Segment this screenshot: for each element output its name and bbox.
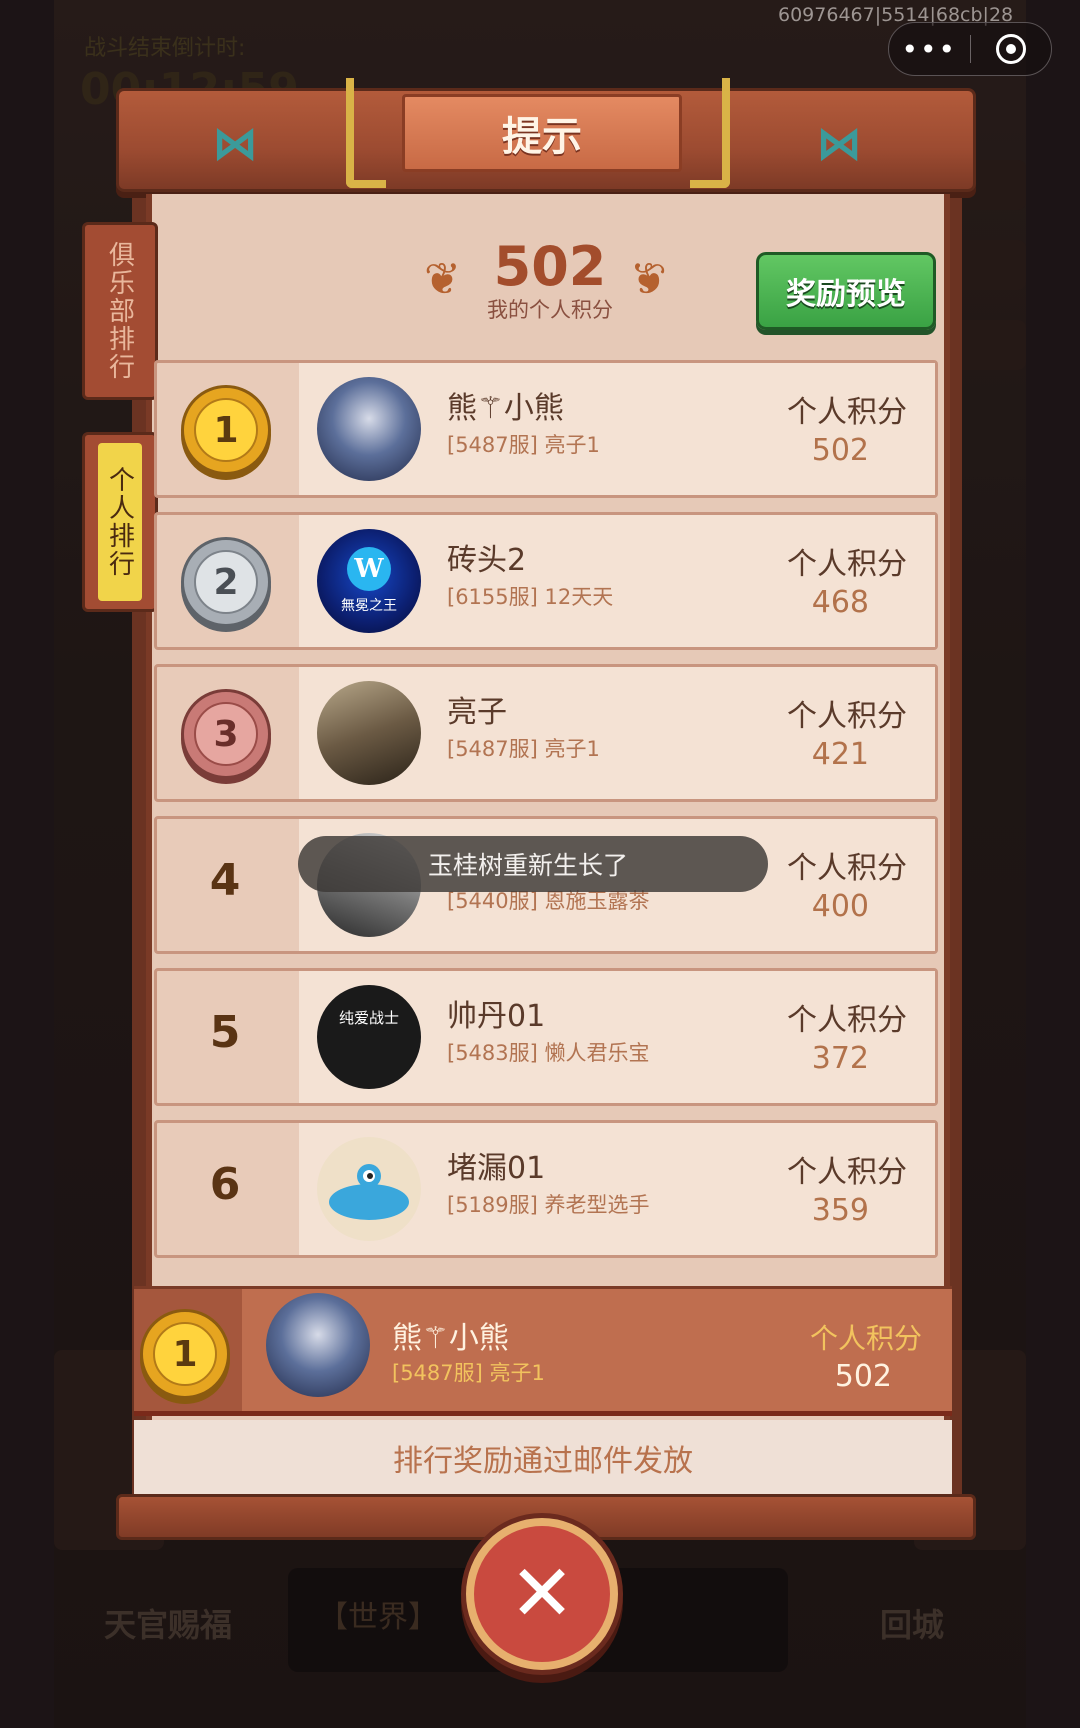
close-miniprogram-button[interactable] [971,34,1052,64]
score-label: 个人积分 [787,851,907,886]
mail-reward-note: 排行奖励通过邮件发放 [134,1420,952,1498]
gold-medal-icon: 1 [140,1309,230,1399]
fish-icon: ⋈ [212,116,258,170]
rank-number: 5 [209,1007,241,1058]
avatar: 纯爱战士 [317,985,421,1089]
player-server: [5483服] 懒人君乐宝 [447,1041,650,1065]
avatar [317,377,421,481]
player-server: [5487服] 亮子1 [447,737,600,761]
avatar-caption: 纯爱战士 [338,1008,399,1027]
close-icon[interactable]: ✕ [466,1518,618,1670]
player-name: 熊⚚小熊 [392,1321,509,1356]
player-server: [6155服] 12天天 [447,585,614,609]
score-label: 个人积分 [787,1155,907,1190]
tab-club-ranking[interactable]: 俱乐部排行 [82,222,158,400]
avatar [266,1293,370,1397]
my-score-value: 502 [493,235,607,298]
my-ranking-row: 1 熊⚚小熊 [5487服] 亮子1 个人积分 502 [134,1286,952,1416]
score-value: 502 [811,433,869,468]
alien-icon [329,1164,409,1220]
score-label: 个人积分 [809,1322,922,1355]
silver-medal-icon: 2 [181,537,271,627]
more-icon[interactable]: ••• [889,33,970,66]
player-name: 堵漏01 [447,1151,546,1186]
rank-number: 4 [209,855,241,906]
title-bracket-left [346,78,386,188]
score-label: 个人积分 [787,699,907,734]
avatar-caption: 無冕之王 [341,598,397,614]
player-name: 砖头2 [447,543,527,578]
score-label: 个人积分 [787,547,907,582]
score-label: 个人积分 [787,395,907,430]
dialog-title: 提示 [402,94,682,172]
player-server: [5487服] 亮子1 [447,433,600,457]
target-icon [995,34,1026,64]
my-score-label: 我的个人积分 [487,298,613,322]
ranking-row[interactable]: 1 熊⚚小熊 [5487服] 亮子1 个人积分 502 [154,360,938,498]
player-name: 熊⚚小熊 [447,391,564,426]
toast-message: 玉桂树重新生长了 [298,836,768,892]
score-value: 468 [811,585,869,620]
rank-number: 6 [209,1159,241,1210]
ranking-row[interactable]: 5 纯爱战士 帅丹01 [5483服] 懒人君乐宝 个人积分 372 [154,968,938,1106]
bronze-medal-icon: 3 [181,689,271,779]
tab-personal-ranking[interactable]: 个人排行 [82,432,158,612]
ranking-row[interactable]: 3 亮子 [5487服] 亮子1 个人积分 421 [154,664,938,802]
ranking-list[interactable]: 1 熊⚚小熊 [5487服] 亮子1 个人积分 502 2 W 無冕之王 砖头2… [154,360,938,1272]
score-label: 个人积分 [787,1003,907,1038]
fish-icon: ⋈ [816,116,862,170]
avatar [317,1137,421,1241]
avatar-logo: W [347,547,391,591]
tab-personal-label: 个人排行 [98,443,142,601]
player-server: [5487服] 亮子1 [392,1361,545,1385]
avatar: W 無冕之王 [317,529,421,633]
ranking-row[interactable]: 2 W 無冕之王 砖头2 [6155服] 12天天 个人积分 468 [154,512,938,650]
ranking-row[interactable]: 6 堵漏01 [5189服] 养老型选手 个人积分 359 [154,1120,938,1258]
avatar [317,681,421,785]
title-bracket-right [690,78,730,188]
reward-preview-button[interactable]: 奖励预览 [756,252,936,330]
score-value: 400 [811,889,869,924]
player-server: [5189服] 养老型选手 [447,1193,650,1217]
miniprogram-capsule: ••• [888,22,1052,76]
score-value: 502 [834,1359,892,1394]
score-value: 421 [811,737,869,772]
score-value: 372 [811,1041,869,1076]
player-name: 帅丹01 [447,999,546,1034]
gold-medal-icon: 1 [181,385,271,475]
score-value: 359 [811,1193,869,1228]
player-name: 亮子 [447,695,507,730]
